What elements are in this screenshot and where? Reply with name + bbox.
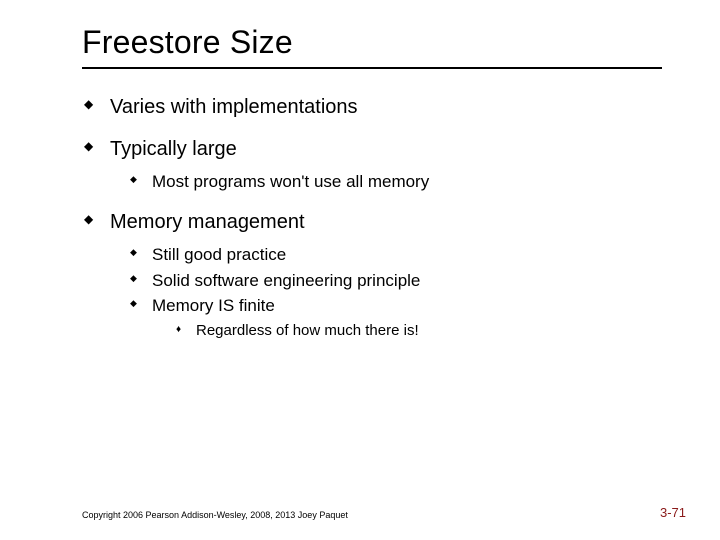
bullet-item: Solid software engineering principle	[128, 270, 660, 291]
bullet-text: Memory IS finite	[152, 296, 275, 315]
bullet-item: Typically large Most programs won't use …	[82, 137, 660, 192]
bullet-item: Regardless of how much there is!	[174, 322, 660, 341]
bullet-text: Solid software engineering principle	[152, 271, 420, 290]
slide-title: Freestore Size	[82, 24, 660, 61]
bullet-sublist: Regardless of how much there is!	[152, 322, 660, 341]
title-underline	[82, 67, 662, 69]
bullet-list: Varies with implementations Typically la…	[82, 95, 660, 341]
bullet-text: Memory management	[110, 211, 305, 233]
bullet-item: Still good practice	[128, 244, 660, 265]
bullet-text: Varies with implementations	[110, 96, 358, 118]
bullet-item: Most programs won't use all memory	[128, 171, 660, 192]
copyright-footer: Copyright 2006 Pearson Addison-Wesley, 2…	[82, 510, 348, 520]
bullet-text: Most programs won't use all memory	[152, 172, 429, 191]
bullet-item: Varies with implementations	[82, 95, 660, 119]
bullet-item: Memory IS finite Regardless of how much …	[128, 295, 660, 341]
bullet-text: Typically large	[110, 138, 237, 160]
bullet-text: Regardless of how much there is!	[196, 322, 419, 339]
bullet-sublist: Still good practice Solid software engin…	[110, 244, 660, 341]
bullet-sublist: Most programs won't use all memory	[110, 171, 660, 192]
bullet-text: Still good practice	[152, 245, 286, 264]
page-number: 3-71	[660, 505, 686, 520]
bullet-item: Memory management Still good practice So…	[82, 210, 660, 341]
slide: Freestore Size Varies with implementatio…	[0, 0, 720, 540]
